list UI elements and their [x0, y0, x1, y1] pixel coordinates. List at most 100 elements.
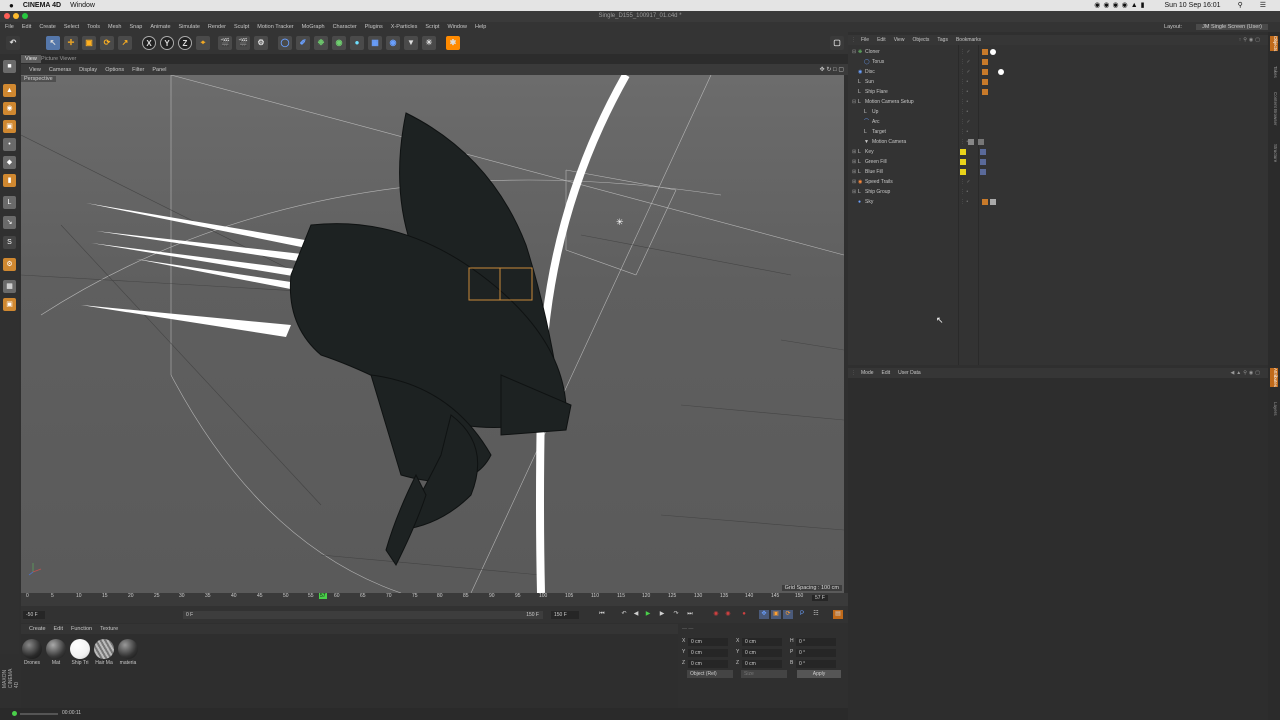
layout-dropdown[interactable]: JM Single Screen (User): [1196, 24, 1268, 30]
object-row[interactable]: ⊞ L Green Fill: [848, 157, 1268, 167]
menu-simulate[interactable]: Simulate: [179, 24, 200, 30]
object-row[interactable]: L Ship Flare ⋮ •: [848, 87, 1268, 97]
menu-mesh[interactable]: Mesh: [108, 24, 121, 30]
move-tool-icon[interactable]: ✛: [64, 36, 78, 50]
tab-picture-viewer[interactable]: Picture Viewer: [37, 55, 80, 63]
object-name[interactable]: Up: [872, 107, 878, 117]
apple-menu-icon[interactable]: ●: [9, 1, 14, 10]
visibility-dots[interactable]: ⋮ ✓: [960, 67, 971, 77]
material-swatch[interactable]: materia: [117, 639, 139, 666]
current-frame-field[interactable]: 57 F: [811, 595, 828, 601]
om-menu-bookmarks[interactable]: Bookmarks: [956, 37, 981, 43]
expand-toggle-icon[interactable]: ⊞: [852, 177, 856, 187]
toolbar-dock-icon[interactable]: ▢: [830, 36, 844, 50]
vp-menu-filter[interactable]: Filter: [132, 67, 144, 73]
rotation-key-icon[interactable]: ⟳: [783, 610, 793, 619]
play-icon[interactable]: ▶: [643, 610, 653, 619]
live-selection-icon[interactable]: ↖: [46, 36, 60, 50]
menu-render[interactable]: Render: [208, 24, 226, 30]
quantize-icon[interactable]: ⚙: [3, 258, 16, 271]
om-menu-objects[interactable]: Objects: [912, 37, 929, 43]
menu-mograph[interactable]: MoGraph: [302, 24, 325, 30]
perspective-viewport[interactable]: ✳ Perspective Grid Spacing : 100 cm: [21, 75, 844, 593]
menu-script[interactable]: Script: [425, 24, 439, 30]
timeline-window-icon[interactable]: ▤: [833, 610, 843, 619]
workplane-icon[interactable]: ▣: [3, 298, 16, 311]
visibility-dots[interactable]: ⋮ ✓: [960, 47, 971, 57]
om-menu-tags[interactable]: Tags: [937, 37, 948, 43]
zoom-window-button[interactable]: [22, 13, 28, 19]
layer-color-icon[interactable]: [960, 169, 966, 175]
edges-mode-icon[interactable]: ◆: [3, 156, 16, 169]
coord-position-z[interactable]: 0 cm: [688, 660, 728, 668]
position-key-icon[interactable]: ✥: [759, 610, 769, 619]
visibility-dots[interactable]: ⋮ ✓: [960, 117, 971, 127]
object-row[interactable]: L Sun ⋮ •: [848, 77, 1268, 87]
autokey-icon[interactable]: ◉: [723, 610, 733, 619]
visibility-dots[interactable]: ⋮ •: [960, 97, 968, 107]
undo-icon[interactable]: ↶: [6, 36, 20, 50]
expand-toggle-icon[interactable]: ⊟: [852, 97, 856, 107]
coord-position-x[interactable]: 0 cm: [688, 638, 728, 646]
target-tag-icon[interactable]: [980, 169, 986, 175]
object-row[interactable]: ◯ Torus ⋮ ✓: [848, 57, 1268, 67]
tab-content-browser[interactable]: Content Browser: [1270, 92, 1278, 126]
render-picture-viewer-icon[interactable]: 🎬: [236, 36, 250, 50]
object-name[interactable]: Sky: [865, 197, 873, 207]
z-axis-lock-icon[interactable]: Z: [178, 36, 192, 50]
material-swatch[interactable]: Ship Tri: [69, 639, 91, 666]
tag-icon[interactable]: [982, 49, 988, 55]
menu-animate[interactable]: Animate: [150, 24, 170, 30]
tab-objects[interactable]: Objects: [1270, 36, 1278, 52]
om-menu-view[interactable]: View: [894, 37, 905, 43]
object-row[interactable]: ⊟ L Motion Camera Setup ⋮ •: [848, 97, 1268, 107]
tag-icon[interactable]: [982, 89, 988, 95]
texture-mode-icon[interactable]: ◉: [3, 102, 16, 115]
menu-help[interactable]: Help: [475, 24, 486, 30]
object-name[interactable]: Motion Camera Setup: [865, 97, 914, 107]
am-menu-mode[interactable]: Mode: [861, 370, 874, 376]
om-menu-file[interactable]: File: [861, 37, 869, 43]
coord-rotation-p[interactable]: 0 °: [796, 649, 836, 657]
coord-mode-dropdown[interactable]: Object (Rel): [687, 670, 733, 678]
coord-size-x[interactable]: 0 cm: [742, 638, 782, 646]
object-name[interactable]: Torus: [872, 57, 884, 67]
material-swatch[interactable]: Hair Ma: [93, 639, 115, 666]
tag-icon[interactable]: [982, 59, 988, 65]
vp-menu-view[interactable]: View: [29, 67, 41, 73]
material-tag-icon[interactable]: [998, 69, 1004, 75]
parameter-key-icon[interactable]: P: [797, 610, 807, 619]
layer-color-icon[interactable]: [960, 149, 966, 155]
target-tag-icon[interactable]: [980, 149, 986, 155]
rotate-tool-icon[interactable]: ⟳: [100, 36, 114, 50]
pen-spline-icon[interactable]: ✐: [296, 36, 310, 50]
mac-window-menu[interactable]: Window: [70, 2, 95, 9]
cloner-icon[interactable]: ●: [350, 36, 364, 50]
object-name[interactable]: Speed Trails: [865, 177, 893, 187]
object-name[interactable]: Key: [865, 147, 874, 157]
points-mode-icon[interactable]: •: [3, 138, 16, 151]
mac-datetime[interactable]: Sun 10 Sep 16:01: [1165, 2, 1221, 9]
visibility-dots[interactable]: ⋮ •: [960, 137, 968, 147]
coord-rotation-h[interactable]: 0 °: [796, 638, 836, 646]
camera-tag-icon[interactable]: [968, 139, 974, 145]
status-icons[interactable]: ◉◉◉◉▲▮: [1094, 1, 1147, 9]
workplane-mode-icon[interactable]: ▣: [3, 120, 16, 133]
object-name[interactable]: Ship Group: [865, 187, 890, 197]
goto-start-icon[interactable]: ⏮: [597, 610, 607, 619]
tag-icon[interactable]: [978, 139, 984, 145]
render-view-icon[interactable]: 🎬: [218, 36, 232, 50]
object-row[interactable]: ⊞ ◉ Speed Trails ⋮ ✓: [848, 177, 1268, 187]
visibility-dots[interactable]: ⋮ ✓: [960, 177, 971, 187]
point-level-icon[interactable]: ☷: [811, 610, 821, 619]
expand-toggle-icon[interactable]: ⊞: [852, 147, 856, 157]
visibility-dots[interactable]: ⋮ •: [960, 107, 968, 117]
step-back-icon[interactable]: ◀: [631, 610, 641, 619]
expand-toggle-icon[interactable]: ⊞: [852, 187, 856, 197]
tweak-mode-icon[interactable]: ↘: [3, 216, 16, 229]
model-mode-icon[interactable]: ▲: [3, 84, 16, 97]
coordinate-system-icon[interactable]: ⌖: [196, 36, 210, 50]
visibility-dots[interactable]: ⋮ •: [960, 197, 968, 207]
expand-toggle-icon[interactable]: ⊟: [852, 47, 856, 57]
floor-object-icon[interactable]: ◉: [386, 36, 400, 50]
